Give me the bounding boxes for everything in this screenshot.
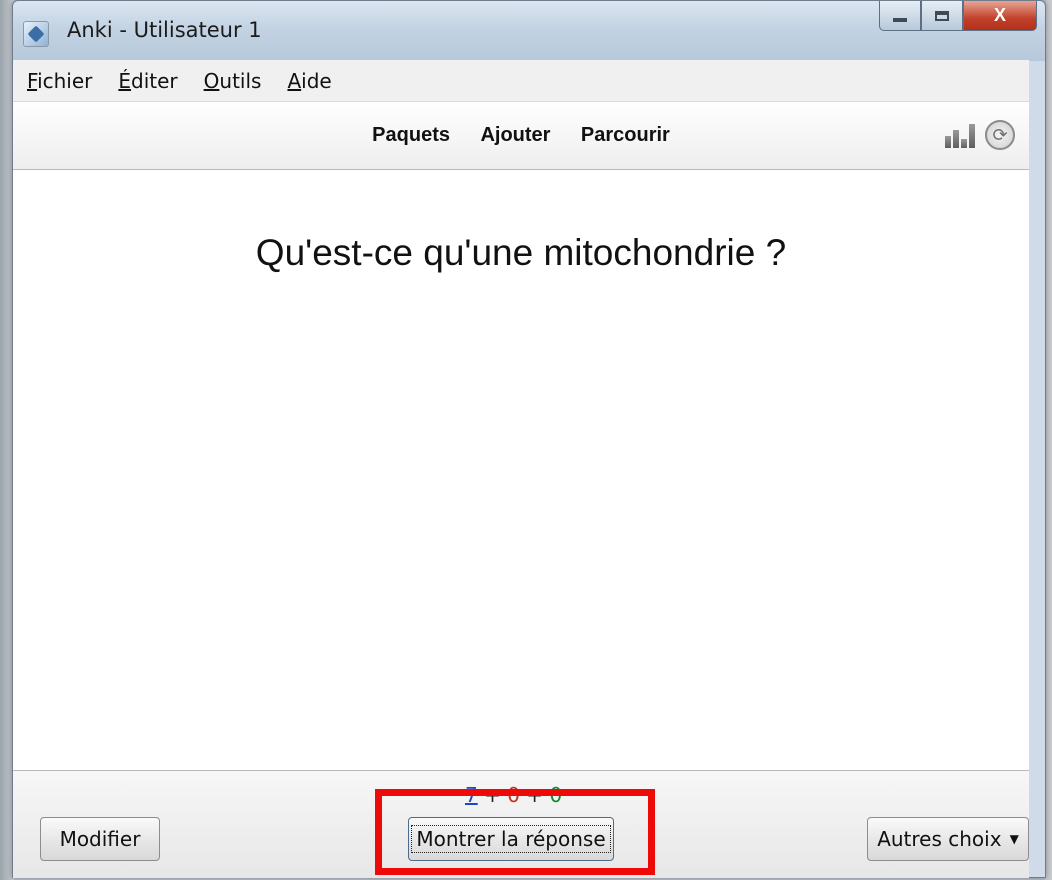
card-area: Qu'est-ce qu'une mitochondrie ? xyxy=(13,170,1029,770)
desktop-background-right xyxy=(1046,0,1052,880)
chevron-down-icon: ▼ xyxy=(1009,832,1019,846)
menu-bar: Fichier Éditer Outils Aide xyxy=(13,60,1029,102)
maximize-icon xyxy=(935,10,949,21)
sync-icon[interactable]: ⟳ xyxy=(985,120,1015,150)
menu-aide[interactable]: Aide xyxy=(287,69,331,93)
toolbar-link-ajouter[interactable]: Ajouter xyxy=(480,124,550,146)
window-title: Anki - Utilisateur 1 xyxy=(67,18,262,42)
minimize-button[interactable] xyxy=(879,1,921,31)
more-options-button[interactable]: Autres choix ▼ xyxy=(867,817,1029,861)
menu-outils[interactable]: Outils xyxy=(204,69,262,93)
title-bar[interactable]: Anki - Utilisateur 1 X xyxy=(13,1,1045,61)
minimize-icon xyxy=(893,17,907,22)
edit-button[interactable]: Modifier xyxy=(40,817,160,861)
window-controls: X xyxy=(879,1,1037,33)
menu-fichier[interactable]: Fichier xyxy=(27,69,92,93)
menu-editer[interactable]: Éditer xyxy=(118,69,177,93)
close-icon: X xyxy=(993,5,1006,25)
toolbar-link-parcourir[interactable]: Parcourir xyxy=(581,124,670,146)
anki-app-icon[interactable] xyxy=(23,21,49,47)
toolbar: Paquets Ajouter Parcourir ⟳ xyxy=(13,102,1029,170)
card-question: Qu'est-ce qu'une mitochondrie ? xyxy=(255,232,787,273)
maximize-button[interactable] xyxy=(921,1,963,31)
toolbar-links: Paquets Ajouter Parcourir xyxy=(13,124,1029,147)
close-button[interactable]: X xyxy=(963,1,1037,31)
toolbar-link-paquets[interactable]: Paquets xyxy=(372,124,450,146)
highlight-annotation xyxy=(375,789,655,875)
more-options-label: Autres choix xyxy=(877,827,1002,851)
stats-icon[interactable] xyxy=(945,124,975,148)
